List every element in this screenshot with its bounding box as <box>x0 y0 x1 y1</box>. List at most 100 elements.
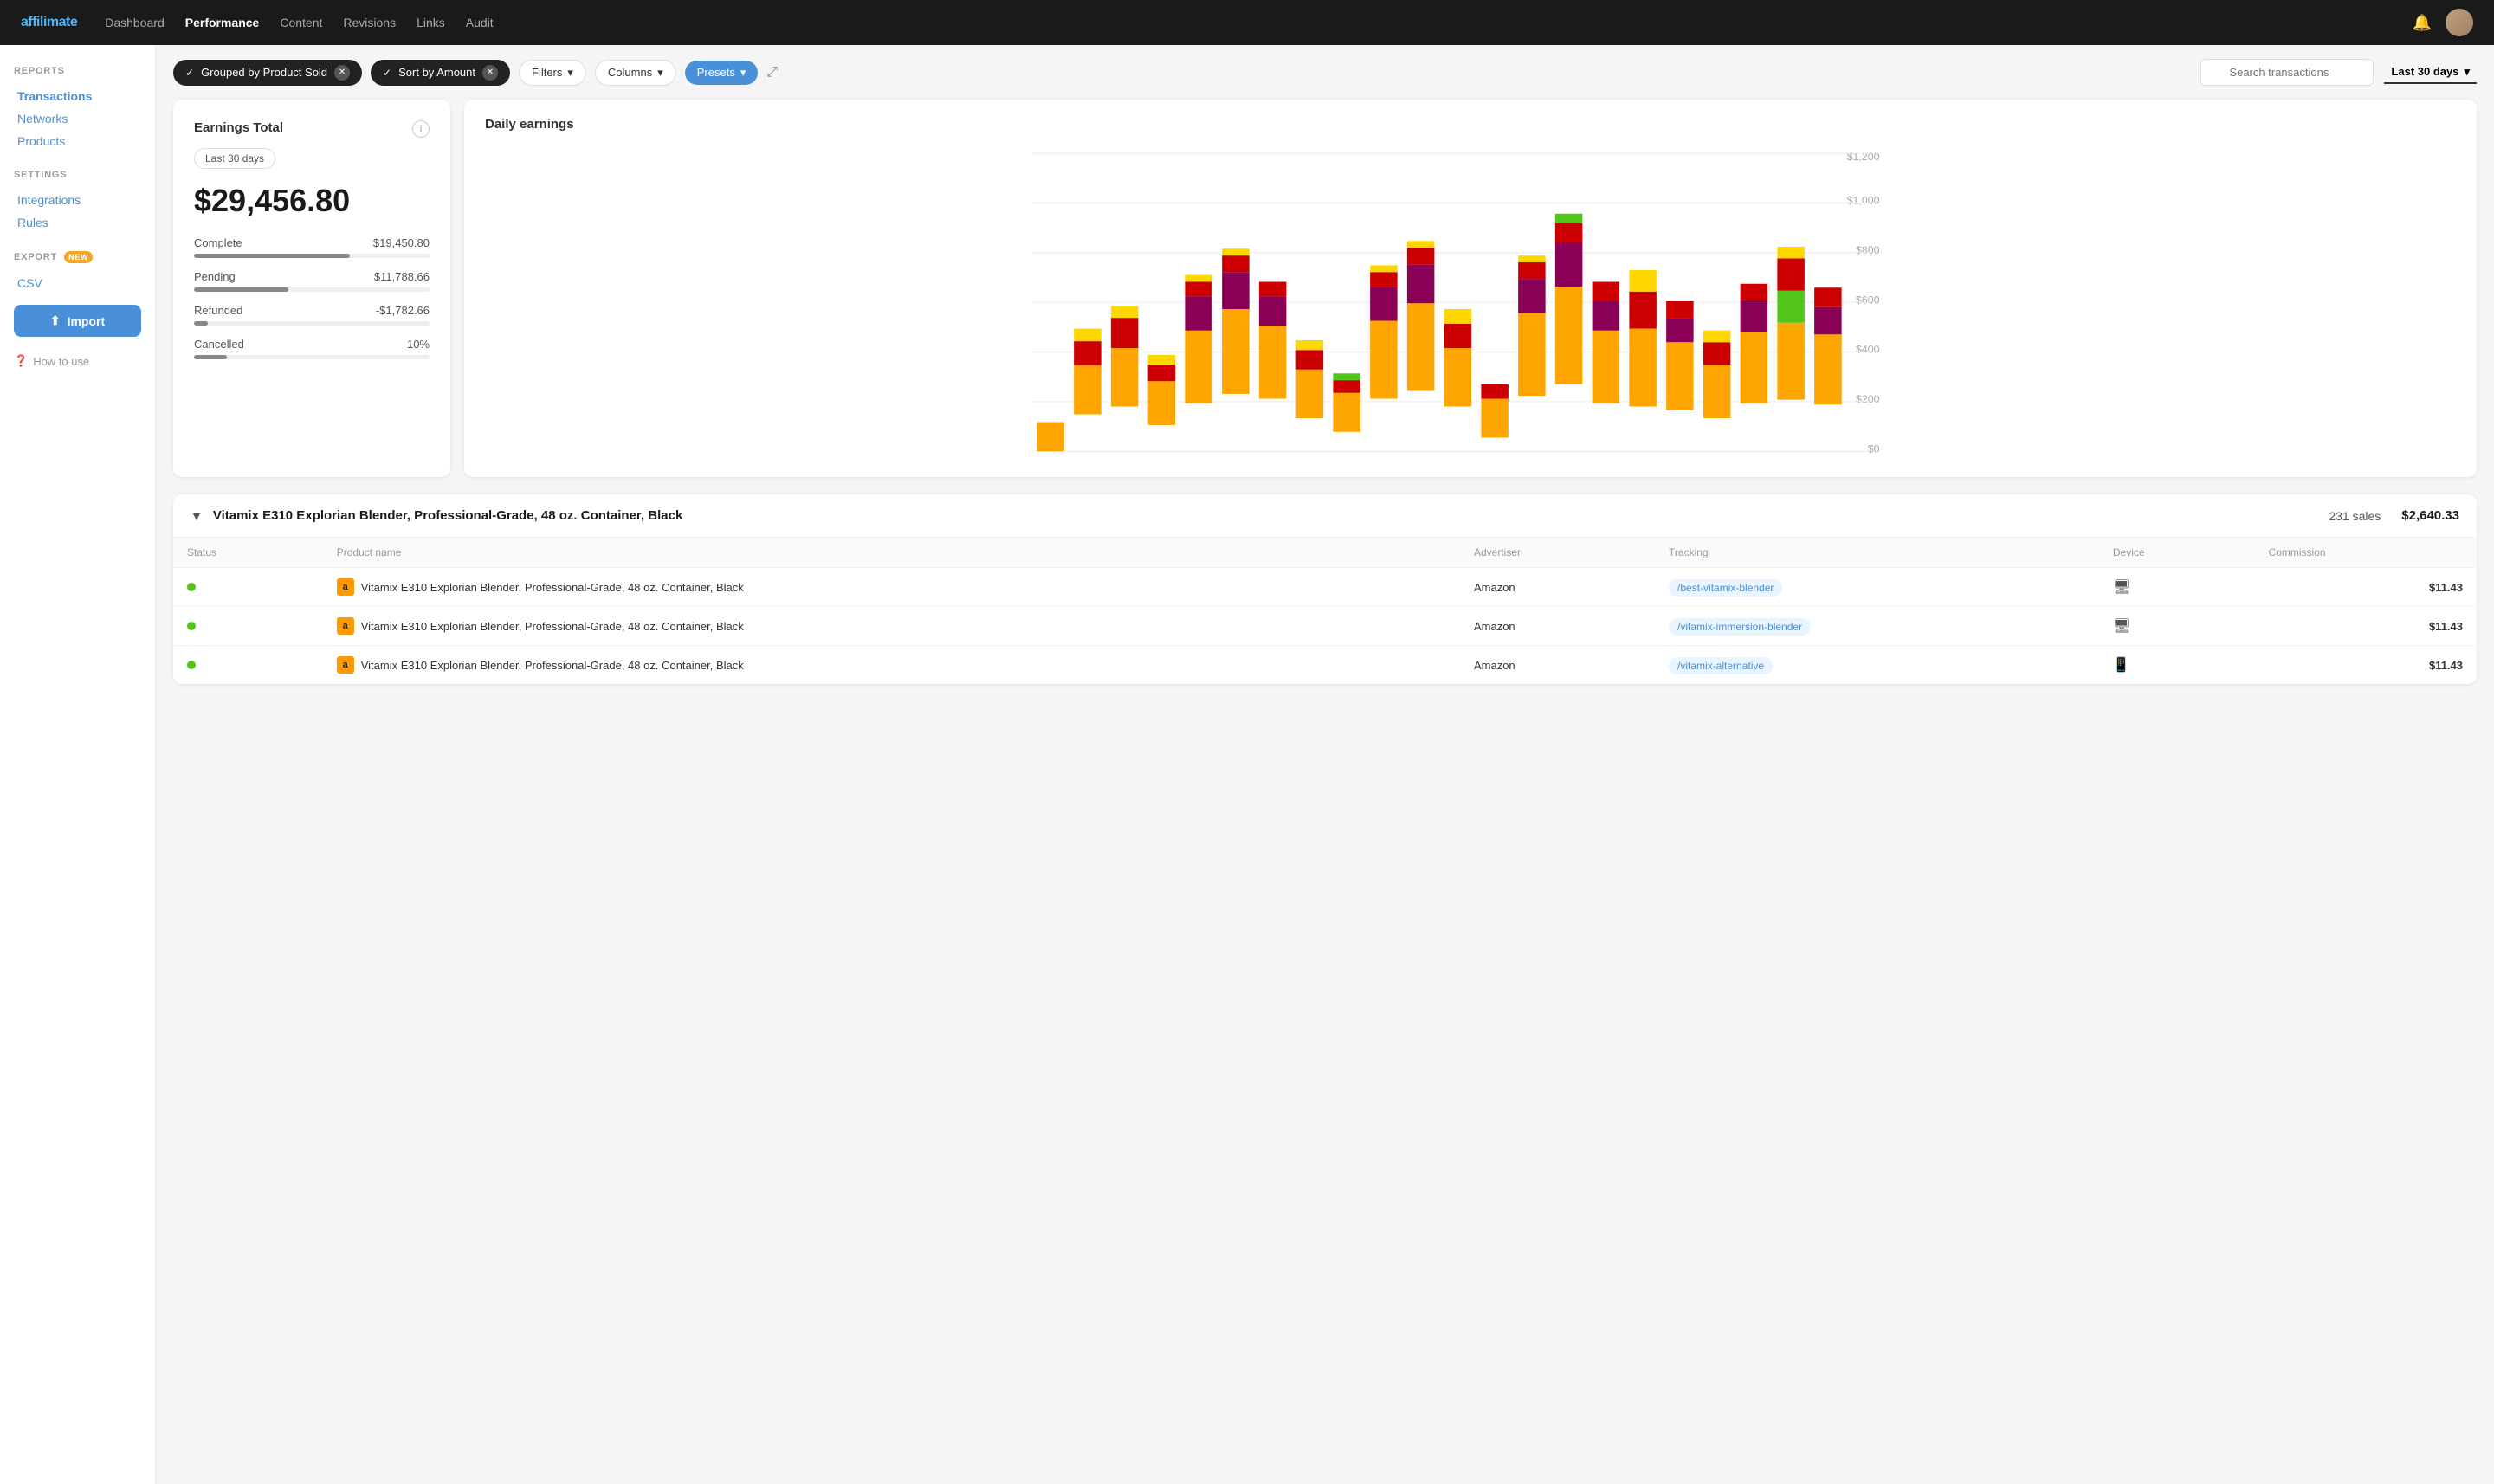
date-range-selector[interactable]: Last 30 days ▾ <box>2384 61 2477 84</box>
row3-advertiser: Amazon <box>1460 646 1655 685</box>
grouped-by-chip[interactable]: ✓ Grouped by Product Sold ✕ <box>173 60 362 86</box>
product-cell: a Vitamix E310 Explorian Blender, Profes… <box>337 578 1446 596</box>
row3-status <box>173 646 323 685</box>
check-icon: ✓ <box>185 67 194 79</box>
svg-text:$600: $600 <box>1856 294 1880 306</box>
stat-refunded-label: Refunded <box>194 304 242 317</box>
row2-device: 🖥 <box>2099 607 2255 646</box>
filter-right: 🔍 Last 30 days ▾ <box>2200 59 2477 86</box>
filters-button[interactable]: Filters ▾ <box>519 60 586 86</box>
sidebar-item-integrations[interactable]: Integrations <box>14 189 141 211</box>
svg-text:$200: $200 <box>1856 393 1880 405</box>
collapse-chevron-icon[interactable]: ▼ <box>191 509 203 523</box>
table-header-row: Status Product name Advertiser Tracking … <box>173 538 2477 568</box>
sidebar-item-networks[interactable]: Networks <box>14 107 141 130</box>
tracking-chip: /best-vitamix-blender <box>1669 579 1782 597</box>
main-content: ✓ Grouped by Product Sold ✕ ✓ Sort by Am… <box>156 45 2494 1484</box>
how-to-use-link[interactable]: ❓ How to use <box>14 354 141 368</box>
nav-content[interactable]: Content <box>280 16 322 29</box>
row2-product-name: Vitamix E310 Explorian Blender, Professi… <box>361 620 744 633</box>
amazon-icon-3: a <box>337 656 354 674</box>
product-group: ▼ Vitamix E310 Explorian Blender, Profes… <box>173 494 2477 684</box>
stat-cancelled: Cancelled 10% <box>194 338 430 359</box>
search-wrapper: 🔍 <box>2200 59 2374 86</box>
import-button[interactable]: ⬆ Import <box>14 305 141 337</box>
chevron-down-icon-2: ▾ <box>657 66 663 80</box>
svg-text:$800: $800 <box>1856 244 1880 256</box>
info-icon[interactable]: i <box>412 120 430 138</box>
notifications-bell-icon[interactable]: 🔔 <box>2413 14 2432 32</box>
row1-device: 🖥 <box>2099 568 2255 607</box>
expand-icon[interactable]: ⤢ <box>766 65 778 81</box>
row3-commission: $11.43 <box>2255 646 2477 685</box>
sales-count: 231 sales <box>2329 509 2381 523</box>
transactions-table: Status Product name Advertiser Tracking … <box>173 538 2477 684</box>
remove-sort-by-icon[interactable]: ✕ <box>482 65 498 81</box>
sidebar: REPORTS Transactions Networks Products S… <box>0 45 156 1484</box>
filters-label: Filters <box>532 66 562 79</box>
search-input[interactable] <box>2200 59 2374 86</box>
columns-button[interactable]: Columns ▾ <box>595 60 676 86</box>
export-label: EXPORT <box>14 252 57 262</box>
sidebar-item-rules[interactable]: Rules <box>14 211 141 234</box>
tracking-chip-2: /vitamix-immersion-blender <box>1669 618 1811 636</box>
logo: affilimate <box>21 15 77 30</box>
nav-audit[interactable]: Audit <box>466 16 494 29</box>
nav-links: Dashboard Performance Content Revisions … <box>105 16 2384 29</box>
sidebar-item-csv[interactable]: CSV <box>14 272 141 294</box>
svg-text:$1,000: $1,000 <box>1847 195 1880 207</box>
stat-complete-value: $19,450.80 <box>373 236 430 249</box>
stat-refunded-bar-bg <box>194 321 430 326</box>
avatar[interactable] <box>2446 9 2473 36</box>
svg-text:$0: $0 <box>1868 442 1880 455</box>
filter-bar: ✓ Grouped by Product Sold ✕ ✓ Sort by Am… <box>173 59 2477 86</box>
earnings-card: Earnings Total i Last 30 days $29,456.80… <box>173 100 450 477</box>
question-icon: ❓ <box>14 354 28 368</box>
stat-refunded-row: Refunded -$1,782.66 <box>194 304 430 317</box>
col-status: Status <box>173 538 323 568</box>
export-section-label: EXPORT NEW <box>14 251 141 263</box>
logo-text: affilimate <box>21 15 77 29</box>
stat-pending-label: Pending <box>194 270 236 283</box>
presets-button[interactable]: Presets ▾ <box>685 61 759 85</box>
product-group-name: Vitamix E310 Explorian Blender, Professi… <box>213 508 2318 523</box>
stat-complete-row: Complete $19,450.80 <box>194 236 430 249</box>
nav-performance[interactable]: Performance <box>185 16 260 29</box>
remove-grouped-by-icon[interactable]: ✕ <box>334 65 350 81</box>
sidebar-csv-label: CSV <box>17 276 42 290</box>
sidebar-rules-label: Rules <box>17 216 48 229</box>
row2-product: a Vitamix E310 Explorian Blender, Profes… <box>323 607 1460 646</box>
col-commission: Commission <box>2255 538 2477 568</box>
sidebar-products-label: Products <box>17 134 65 148</box>
stat-refunded-value: -$1,782.66 <box>376 304 430 317</box>
col-device: Device <box>2099 538 2255 568</box>
nav-links[interactable]: Links <box>417 16 445 29</box>
sidebar-item-products[interactable]: Products <box>14 130 141 152</box>
nav-dashboard[interactable]: Dashboard <box>105 16 165 29</box>
app-body: REPORTS Transactions Networks Products S… <box>0 45 2494 1484</box>
stat-pending-bar <box>194 287 288 292</box>
chart-title: Daily earnings <box>485 117 2456 132</box>
product-cell-2: a Vitamix E310 Explorian Blender, Profes… <box>337 617 1446 635</box>
chart-card: Daily earnings $0 $200 $400 $600 $800 $1… <box>464 100 2477 477</box>
row3-product-name: Vitamix E310 Explorian Blender, Professi… <box>361 659 744 672</box>
check-icon-2: ✓ <box>383 67 391 79</box>
import-label: Import <box>68 314 106 328</box>
sort-by-chip[interactable]: ✓ Sort by Amount ✕ <box>371 60 510 86</box>
row3-device: 📱 <box>2099 646 2255 685</box>
sidebar-transactions-label: Transactions <box>17 89 92 103</box>
stat-pending: Pending $11,788.66 <box>194 270 430 292</box>
stat-complete: Complete $19,450.80 <box>194 236 430 258</box>
stat-complete-bar-bg <box>194 254 430 258</box>
row1-product-name: Vitamix E310 Explorian Blender, Professi… <box>361 581 744 594</box>
nav-revisions[interactable]: Revisions <box>343 16 396 29</box>
stat-refunded-bar <box>194 321 208 326</box>
date-range-label: Last 30 days <box>2391 65 2458 78</box>
sidebar-item-transactions[interactable]: Transactions <box>14 85 141 107</box>
row2-status <box>173 607 323 646</box>
how-to-use-label: How to use <box>33 355 89 368</box>
col-tracking: Tracking <box>1655 538 2099 568</box>
row2-tracking: /vitamix-immersion-blender <box>1655 607 2099 646</box>
table-row: a Vitamix E310 Explorian Blender, Profes… <box>173 646 2477 685</box>
mobile-icon: 📱 <box>2113 658 2130 673</box>
